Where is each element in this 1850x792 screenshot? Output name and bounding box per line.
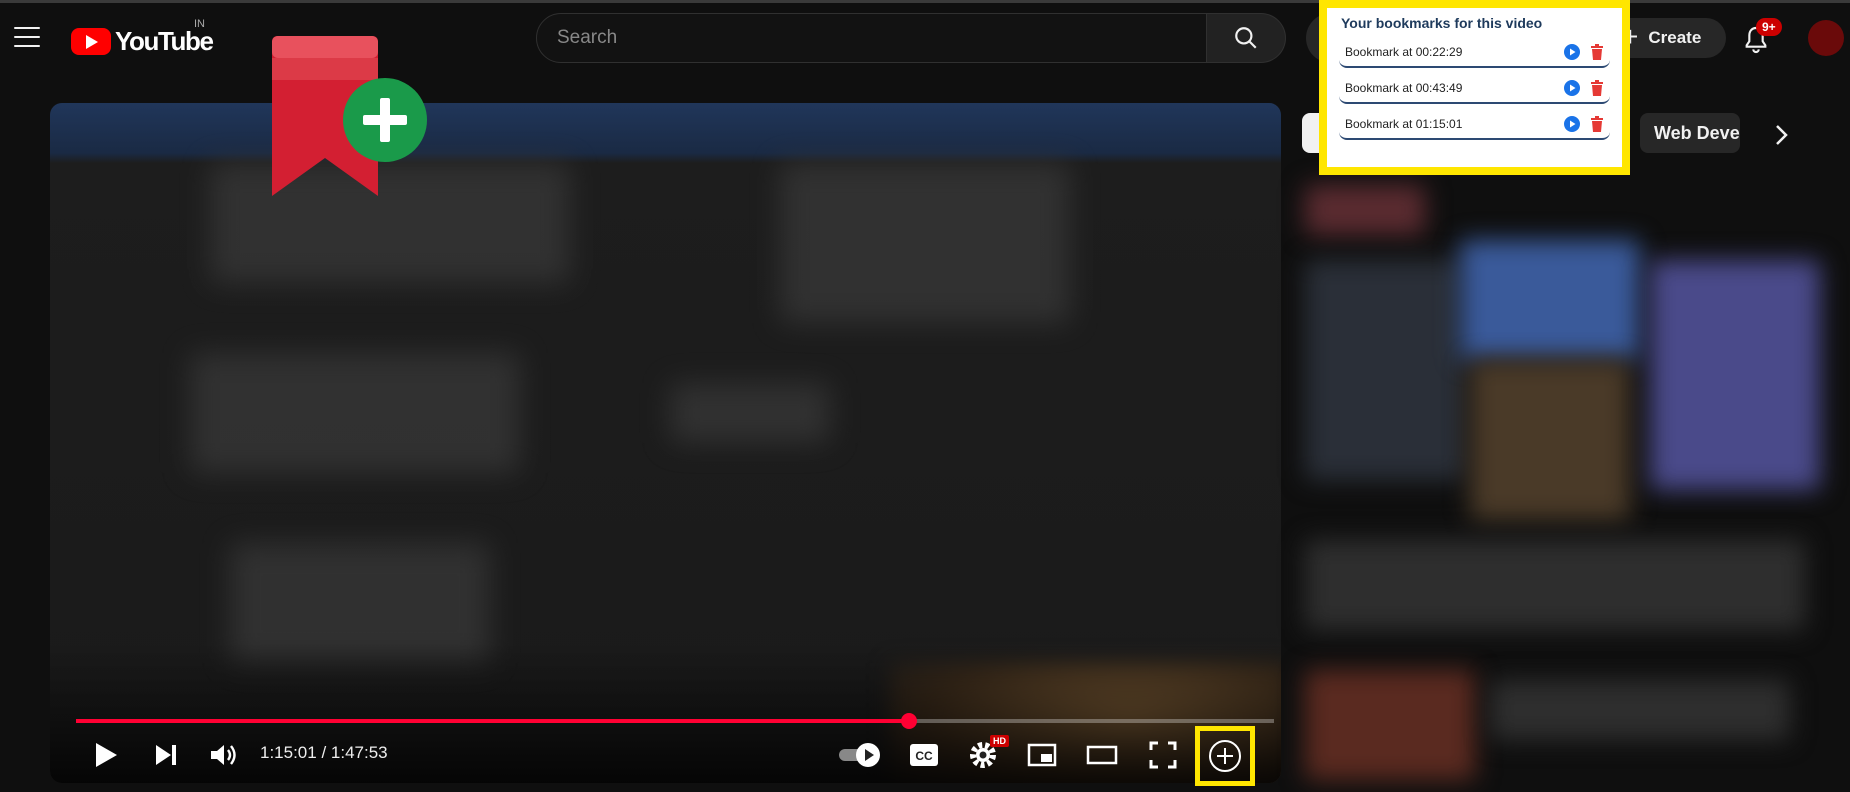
blurred-thumbnail	[1470, 360, 1630, 520]
svg-text:CC: CC	[915, 749, 933, 763]
logo-text: YouTube	[115, 26, 214, 56]
bookmark-label: Bookmark at 00:43:49	[1345, 81, 1463, 95]
delete-bookmark-icon[interactable]	[1590, 80, 1604, 96]
bookmark-extension-icon	[272, 36, 427, 196]
captions-icon: CC	[910, 744, 938, 766]
fullscreen-button[interactable]	[1146, 739, 1180, 771]
next-icon	[156, 745, 176, 765]
play-bookmark-icon[interactable]	[1564, 80, 1580, 96]
autoplay-toggle-icon	[839, 743, 880, 767]
autoplay-toggle[interactable]	[836, 741, 884, 769]
country-code: IN	[194, 18, 205, 30]
popup-title: Your bookmarks for this video	[1341, 15, 1543, 31]
avatar[interactable]	[1808, 20, 1844, 56]
scrubber-handle[interactable]	[900, 713, 917, 729]
bookmarks-popup: Your bookmarks for this video Bookmark a…	[1319, 0, 1630, 175]
play-bookmark-icon[interactable]	[1564, 44, 1580, 60]
chip-label: Web Devel	[1654, 122, 1740, 143]
search-button[interactable]	[1207, 13, 1286, 63]
notification-badge: 9+	[1756, 18, 1782, 36]
blurred-video-titles	[1305, 540, 1805, 630]
theater-mode-button[interactable]	[1084, 740, 1120, 770]
volume-icon	[211, 745, 236, 765]
delete-bookmark-icon[interactable]	[1590, 116, 1604, 132]
add-bookmark-button[interactable]	[1195, 726, 1255, 786]
delete-bookmark-icon[interactable]	[1590, 44, 1604, 60]
blurred-thumbnail	[1650, 260, 1820, 490]
search-box[interactable]	[536, 13, 1207, 63]
blurred-thumbnail	[1460, 240, 1640, 360]
play-bookmark-icon[interactable]	[1564, 116, 1580, 132]
chip-web-development[interactable]: Web Devel	[1640, 113, 1740, 153]
chevron-right-icon[interactable]	[1766, 120, 1796, 150]
search-input[interactable]	[557, 27, 1206, 49]
captions-button[interactable]: CC	[907, 740, 941, 770]
video-player[interactable]	[50, 103, 1281, 783]
add-bookmark-icon	[1209, 740, 1241, 772]
blurred-thumbnail	[1305, 670, 1475, 780]
progress-bar[interactable]	[76, 713, 1274, 729]
bookmark-item[interactable]: Bookmark at 00:22:29	[1339, 38, 1610, 68]
blurred-content	[780, 163, 1070, 323]
blurred-video-titles	[1490, 680, 1790, 740]
volume-button[interactable]	[205, 737, 241, 773]
youtube-logo-icon	[71, 28, 111, 55]
miniplayer-icon	[1027, 743, 1057, 767]
menu-icon[interactable]	[14, 27, 40, 47]
blurred-content	[190, 353, 520, 473]
youtube-logo[interactable]: YouTube	[71, 26, 214, 57]
search-icon	[1235, 27, 1257, 49]
bookmark-item[interactable]: Bookmark at 00:43:49	[1339, 74, 1610, 104]
blurred-content	[670, 383, 830, 443]
play-button[interactable]	[88, 737, 124, 773]
time-display: 1:15:01 / 1:47:53	[260, 743, 388, 762]
next-button[interactable]	[148, 737, 184, 773]
progress-fill	[76, 719, 909, 723]
blurred-thumbnail	[1305, 185, 1425, 235]
bookmark-label: Bookmark at 00:22:29	[1345, 45, 1463, 59]
play-icon	[96, 743, 117, 767]
bookmark-item[interactable]: Bookmark at 01:15:01	[1339, 110, 1610, 140]
bookmark-label: Bookmark at 01:15:01	[1345, 117, 1463, 131]
fullscreen-icon	[1149, 741, 1177, 769]
hd-badge: HD	[990, 735, 1009, 747]
blurred-thumbnail	[1305, 260, 1465, 480]
theater-icon	[1086, 745, 1118, 765]
create-label: Create	[1648, 28, 1702, 47]
miniplayer-button[interactable]	[1024, 740, 1060, 770]
